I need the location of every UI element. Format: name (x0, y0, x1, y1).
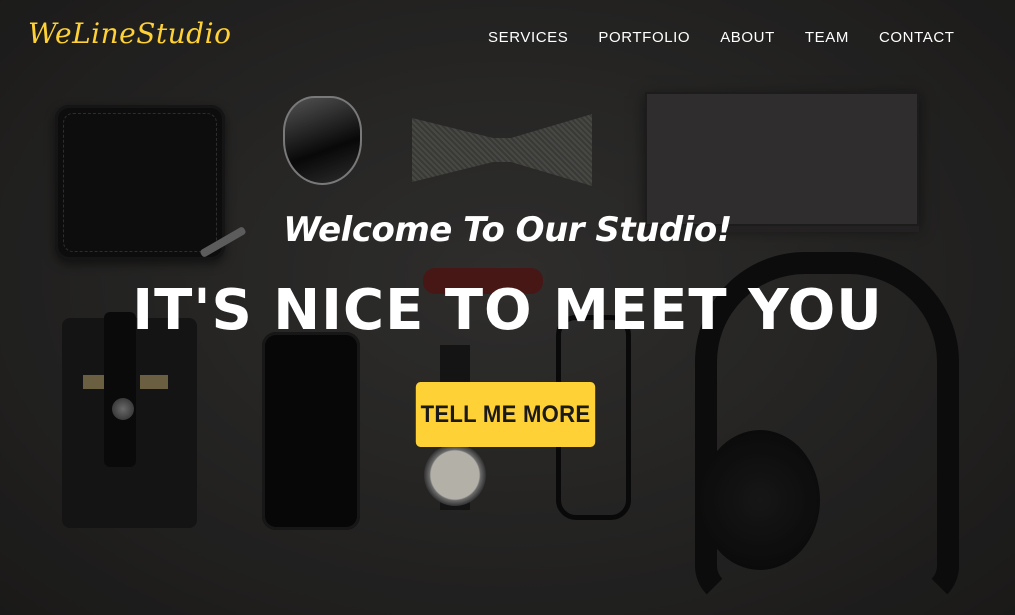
nav-links: SERVICES PORTFOLIO ABOUT TEAM CONTACT (488, 29, 955, 46)
nav-item-contact[interactable]: CONTACT (879, 29, 955, 46)
top-navbar: WeLineStudio SERVICES PORTFOLIO ABOUT TE… (0, 0, 1015, 75)
hero-heading: IT'S NICE TO MEET YOU (132, 278, 883, 343)
brand-logo[interactable]: WeLineStudio (28, 17, 231, 50)
hero-subheading: Welcome To Our Studio! (283, 210, 732, 250)
nav-item-about[interactable]: ABOUT (720, 29, 775, 46)
nav-item-services[interactable]: SERVICES (488, 29, 568, 46)
nav-item-team[interactable]: TEAM (805, 29, 849, 46)
tell-me-more-button[interactable]: TELL ME MORE (415, 382, 596, 447)
nav-item-portfolio[interactable]: PORTFOLIO (598, 29, 690, 46)
